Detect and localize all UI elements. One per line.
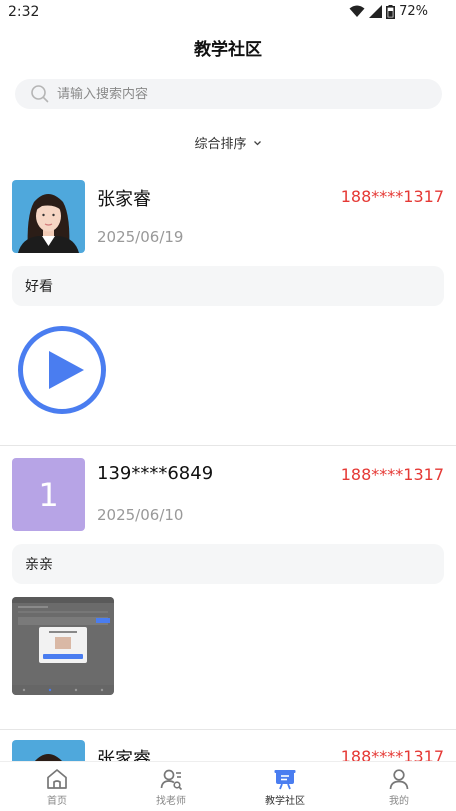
status-icons: 72% <box>349 4 428 19</box>
post-phone: 188****1317 <box>340 187 444 206</box>
tab-label: 我的 <box>389 796 409 807</box>
post-phone: 188****1317 <box>340 465 444 484</box>
post-author-name: 张家睿 <box>97 189 151 210</box>
signal-icon <box>369 5 383 18</box>
tab-community[interactable]: 教学社区 <box>228 762 342 811</box>
sort-dropdown[interactable]: 综合排序 <box>0 133 456 152</box>
battery-icon <box>386 4 396 19</box>
post-card[interactable]: 1 139****6849 188****1317 2025/06/10 亲亲 <box>0 446 456 730</box>
post-card[interactable]: 张家睿 188****1317 2025/06/19 好看 <box>0 168 456 446</box>
search-input[interactable] <box>57 86 397 102</box>
bottom-tab-bar: 首页 找老师 教学社区 我的 <box>0 761 456 811</box>
post-date: 2025/06/19 <box>97 228 184 246</box>
post-date: 2025/06/10 <box>97 506 184 524</box>
profile-icon <box>389 769 409 790</box>
chevron-down-icon <box>253 140 261 145</box>
search-bar[interactable] <box>15 79 442 109</box>
post-content: 好看 <box>12 266 444 306</box>
tab-find-teacher[interactable]: 找老师 <box>114 762 228 811</box>
home-icon <box>47 769 67 789</box>
find-teacher-icon <box>160 769 183 791</box>
post-author-name: 139****6849 <box>97 463 214 484</box>
tab-home[interactable]: 首页 <box>0 762 114 811</box>
community-icon <box>274 770 296 790</box>
avatar[interactable]: 1 <box>12 458 85 531</box>
video-play-button[interactable] <box>17 325 107 415</box>
sort-label: 综合排序 <box>194 137 247 152</box>
post-content: 亲亲 <box>12 544 444 584</box>
status-time: 2:32 <box>8 4 40 20</box>
tab-label: 首页 <box>47 796 67 807</box>
tab-label: 教学社区 <box>265 796 305 807</box>
search-icon <box>31 85 49 103</box>
tab-profile[interactable]: 我的 <box>342 762 456 811</box>
page-title: 教学社区 <box>194 40 262 60</box>
avatar[interactable] <box>12 180 85 253</box>
status-bar: 2:32 72% <box>0 0 456 26</box>
tab-label: 找老师 <box>156 796 186 807</box>
battery-level: 72% <box>399 4 428 19</box>
wifi-icon <box>349 5 365 17</box>
post-image-thumbnail[interactable] <box>12 597 114 695</box>
